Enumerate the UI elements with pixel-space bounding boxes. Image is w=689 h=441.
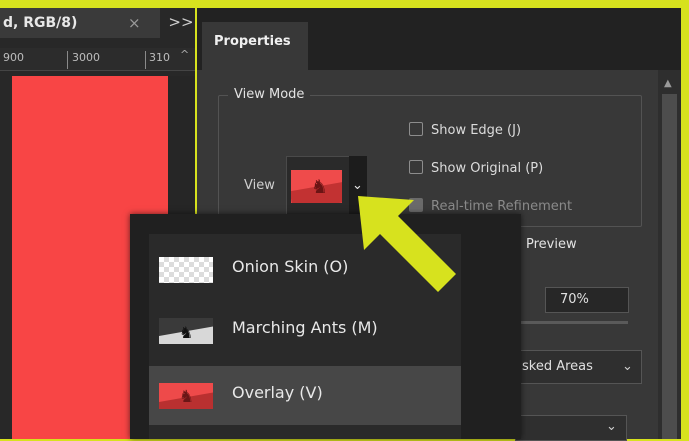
- menu-item-marching-ants[interactable]: ♞ Marching Ants (M): [149, 301, 461, 360]
- masked-areas-value: sked Areas: [522, 359, 593, 374]
- show-edge-label: Show Edge (J): [431, 123, 522, 138]
- document-tab[interactable]: d, RGB/8) ×: [0, 8, 160, 38]
- overlay-thumbnail-icon: ♞: [159, 383, 213, 409]
- show-original-label: Show Original (P): [431, 161, 544, 176]
- document-tab-title: d, RGB/8): [3, 15, 78, 31]
- tab-properties[interactable]: Properties: [202, 22, 308, 70]
- show-original-checkbox[interactable]: Show Original (P): [409, 160, 543, 176]
- scroll-up-icon[interactable]: ^: [180, 48, 189, 61]
- show-edge-checkbox[interactable]: Show Edge (J): [409, 122, 521, 138]
- overlay-preview-thumbnail: ♞: [291, 170, 342, 203]
- onion-skin-thumbnail-icon: [159, 257, 213, 283]
- ruler-label: 310: [149, 51, 170, 64]
- menu-item-overlay[interactable]: ♞ Overlay (V): [149, 366, 461, 425]
- callout-arrow-icon: [358, 196, 456, 292]
- masked-areas-select[interactable]: sked Areas ⌄: [517, 350, 642, 384]
- marching-ants-thumbnail-icon: ♞: [159, 318, 213, 344]
- opacity-value: 70%: [560, 292, 589, 307]
- ruler-tick: [145, 51, 146, 69]
- opacity-input[interactable]: 70%: [545, 287, 629, 313]
- ruler-tick: [67, 51, 68, 69]
- menu-item-label: Marching Ants (M): [232, 318, 378, 337]
- opacity-slider[interactable]: [520, 321, 628, 324]
- overlay-color-select[interactable]: ⌄: [515, 415, 627, 441]
- high-quality-preview-label[interactable]: Preview: [526, 237, 577, 252]
- view-label: View: [244, 178, 275, 193]
- expand-panels-icon[interactable]: >>: [167, 8, 195, 38]
- horizontal-ruler: 900 3000 310 ^: [0, 48, 195, 71]
- ruler-label: 900: [3, 51, 24, 64]
- ruler-label: 3000: [72, 51, 100, 64]
- close-icon[interactable]: ×: [128, 8, 141, 38]
- menu-item-label: Onion Skin (O): [232, 257, 349, 276]
- scrollbar-thumb[interactable]: [662, 94, 677, 439]
- view-mode-title: View Mode: [228, 87, 311, 102]
- checkbox-icon: [409, 122, 423, 136]
- properties-scrollbar[interactable]: ▲: [658, 70, 681, 439]
- chevron-down-icon: ⌄: [606, 419, 617, 434]
- tab-properties-label: Properties: [214, 34, 291, 49]
- scroll-up-icon[interactable]: ▲: [664, 78, 672, 89]
- checkbox-icon: [409, 160, 423, 174]
- menu-item-label: Overlay (V): [232, 383, 323, 402]
- chevron-down-icon: ⌄: [622, 359, 633, 374]
